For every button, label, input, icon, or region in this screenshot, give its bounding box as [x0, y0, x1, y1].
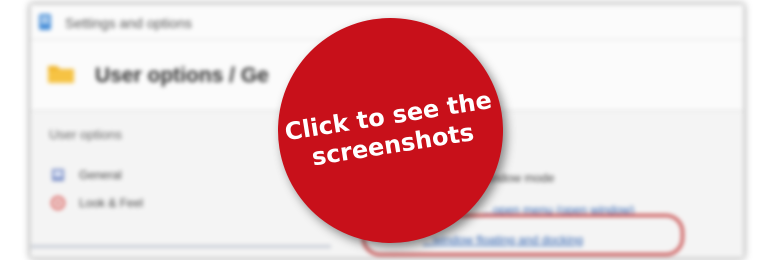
window-title: Settings and options [65, 15, 192, 31]
sidebar-item-look-and-feel[interactable]: Look & Feel [51, 193, 143, 213]
section-label: User options [49, 127, 122, 142]
bottom-divider [31, 245, 331, 248]
sidebar-item-label: Look & Feel [79, 196, 144, 210]
page-title: User options / Ge [95, 64, 269, 87]
app-icon [39, 14, 51, 30]
sidebar-item-label: General [79, 168, 122, 182]
look-and-feel-icon [51, 196, 65, 210]
folder-icon [48, 66, 74, 83]
general-icon [52, 169, 64, 181]
sidebar-item-general[interactable]: General [51, 165, 122, 185]
